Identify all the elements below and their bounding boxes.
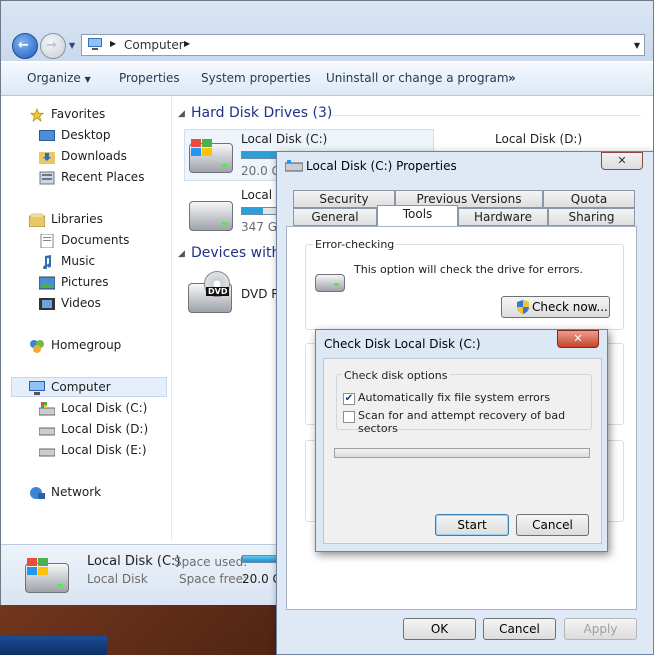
address-dropdown-icon[interactable]: ▼ [634,41,640,50]
fix-errors-checkbox[interactable]: ✔ [343,393,355,405]
pictures-icon [39,276,55,290]
start-button[interactable]: Start [435,514,509,536]
breadcrumb-computer[interactable]: Computer [124,38,184,52]
scan-sectors-checkbox[interactable] [343,411,355,423]
check-disk-cancel-button[interactable]: Cancel [516,514,589,536]
nav-label: Local Disk (D:) [61,422,149,436]
tab-hardware[interactable]: Hardware [458,208,548,226]
tab-quota[interactable]: Quota [543,190,635,208]
music-note-icon [43,255,52,269]
nav-label: Homegroup [51,338,122,352]
command-bar: Organize ▼ Properties System properties … [1,63,653,96]
group-divider [331,115,641,116]
tab-sharing[interactable]: Sharing [548,208,635,226]
scan-sectors-label[interactable]: Scan for and attempt recovery of bad sec… [358,409,607,435]
check-now-label: Check now... [532,300,608,314]
address-field[interactable]: ▶ Computer ▶ ▼ [81,34,645,56]
forward-arrow-icon: → [46,38,57,53]
libraries-icon [29,213,45,227]
hard-drive-icon [189,201,233,231]
hdd-group-header[interactable]: Hard Disk Drives (3) [191,105,332,121]
nav-label: Libraries [51,212,103,226]
ok-button[interactable]: OK [403,618,476,640]
check-now-button[interactable]: Check now... [501,296,610,318]
taskbar-fragment [0,636,107,655]
nav-label: Favorites [51,107,106,121]
collapse-group-icon[interactable]: ◢ [178,109,185,119]
chevron-down-icon: ▼ [84,75,91,84]
check-disk-close-button[interactable]: ✕ [557,330,599,348]
nav-label: Local Disk (C:) [61,401,148,415]
properties-close-button[interactable]: ✕ [601,152,643,170]
windows-logo-icon [27,558,48,575]
hard-drive-icon [315,274,345,292]
nav-label: Pictures [61,275,109,289]
nav-label: Documents [61,233,130,247]
tab-tools[interactable]: Tools [377,205,458,226]
nav-label: Recent Places [61,170,145,184]
nav-pane-splitter[interactable] [171,96,172,541]
forward-button[interactable]: → [40,33,66,59]
homegroup-icon [30,340,44,353]
space-free-label: Space free: [179,572,248,586]
organize-label: Organize [27,71,81,85]
uninstall-program-button[interactable]: Uninstall or change a program [326,71,509,85]
more-commands-button[interactable]: » [508,71,516,85]
drive-d-name: Local Disk (D:) [495,132,583,146]
details-drive-name: Local Disk (C:) [87,554,181,569]
breadcrumb-chevron-icon[interactable]: ▶ [110,39,116,48]
check-disk-dialog: Check Disk Local Disk (C:) ✕ Check disk … [315,329,608,552]
devices-group-header[interactable]: Devices with [191,245,280,261]
check-disk-title: Check Disk Local Disk (C:) [324,337,481,351]
breadcrumb-chevron-icon[interactable]: ▶ [184,39,190,48]
properties-title: Local Disk (C:) Properties [306,159,457,173]
network-icon [30,487,45,499]
error-checking-title: Error-checking [313,238,397,251]
apply-button[interactable]: Apply [564,618,637,640]
check-disk-options-title: Check disk options [342,369,450,382]
fix-errors-label[interactable]: Automatically fix file system errors [358,391,550,404]
drive-c-name: Local Disk (C:) [241,132,328,146]
back-arrow-icon: ← [18,38,29,53]
cancel-button[interactable]: Cancel [483,618,556,640]
star-icon [29,108,45,122]
properties-button[interactable]: Properties [119,71,180,85]
drive-icon [285,160,303,172]
organize-button[interactable]: Organize ▼ [27,71,91,85]
details-drive-type: Local Disk [87,572,148,586]
check-disk-progress-bar [334,448,590,458]
dvd-drive-icon: DVD [188,271,234,313]
hard-drive-icon [39,427,55,436]
recent-places-icon [39,171,55,185]
error-checking-description: This option will check the drive for err… [354,263,583,276]
nav-label: Videos [61,296,101,310]
computer-icon [88,38,102,50]
nav-label: Downloads [61,149,127,163]
back-button[interactable]: ← [12,33,38,59]
windows-logo-icon [191,139,212,156]
documents-icon [40,234,54,248]
space-used-label: Space used: [174,555,248,569]
nav-label: Music [61,254,96,268]
hard-drive-icon [39,448,55,457]
dvd-label: DVD [206,287,230,296]
nav-label: Desktop [61,128,111,142]
system-drive-icon [39,402,55,416]
collapse-group-icon[interactable]: ◢ [178,249,185,259]
nav-label: Computer [51,380,111,394]
tab-general[interactable]: General [293,208,377,226]
nav-label: Network [51,485,102,499]
computer-icon [29,381,45,395]
downloads-folder-icon [39,152,55,164]
desktop-icon [39,130,55,141]
uac-shield-icon [517,300,529,314]
nav-label: Local Disk (E:) [61,443,147,457]
history-dropdown-icon[interactable]: ▼ [69,41,75,50]
videos-icon [39,298,55,310]
system-properties-button[interactable]: System properties [201,71,311,85]
drive-e-usage-bar [241,207,281,215]
